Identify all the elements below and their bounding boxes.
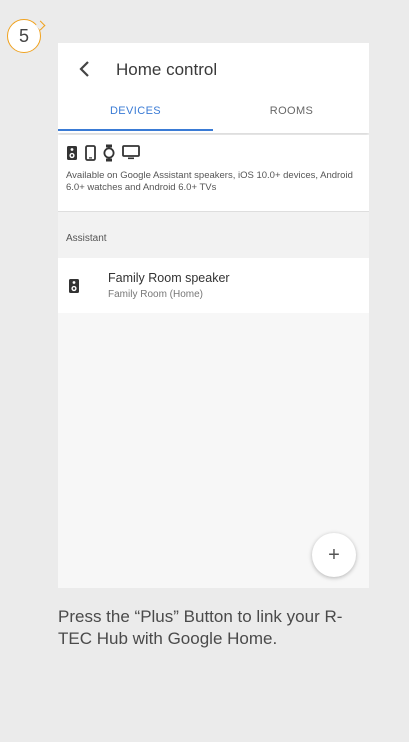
add-device-button[interactable]: + <box>312 533 356 577</box>
device-type-icons <box>66 144 140 167</box>
device-name: Family Room speaker <box>108 271 230 285</box>
app-bar: Home control DEVICES ROOMS <box>58 43 369 133</box>
tab-devices[interactable]: DEVICES <box>58 105 213 117</box>
section-title: Assistant <box>66 233 107 244</box>
device-location: Family Room (Home) <box>108 289 204 300</box>
instruction-card: 5 Home control DEVICES ROOMS Available o… <box>0 0 409 742</box>
plus-icon: + <box>328 543 340 566</box>
section-header: Assistant <box>58 212 369 258</box>
page-title: Home control <box>116 60 218 79</box>
phone-screenshot: Home control DEVICES ROOMS Available on … <box>58 43 369 588</box>
tv-icon <box>122 145 140 165</box>
device-list-item[interactable]: Family Room speaker Family Room (Home) <box>58 258 369 313</box>
phone-icon <box>85 144 96 166</box>
tab-rooms[interactable]: ROOMS <box>214 105 369 117</box>
availability-info: Available on Google Assistant speakers, … <box>58 135 369 212</box>
availability-text: Available on Google Assistant speakers, … <box>66 170 353 193</box>
speaker-icon <box>68 278 80 299</box>
instruction-caption: Press the “Plus” Button to link your R-T… <box>58 607 343 648</box>
watch-icon <box>103 144 115 167</box>
step-number-badge: 5 <box>7 19 46 53</box>
step-badge-arrow-icon <box>35 20 46 31</box>
speaker-icon <box>66 145 78 166</box>
chevron-left-icon[interactable] <box>72 57 96 81</box>
step-number: 5 <box>18 25 29 46</box>
active-tab-indicator <box>58 129 213 131</box>
